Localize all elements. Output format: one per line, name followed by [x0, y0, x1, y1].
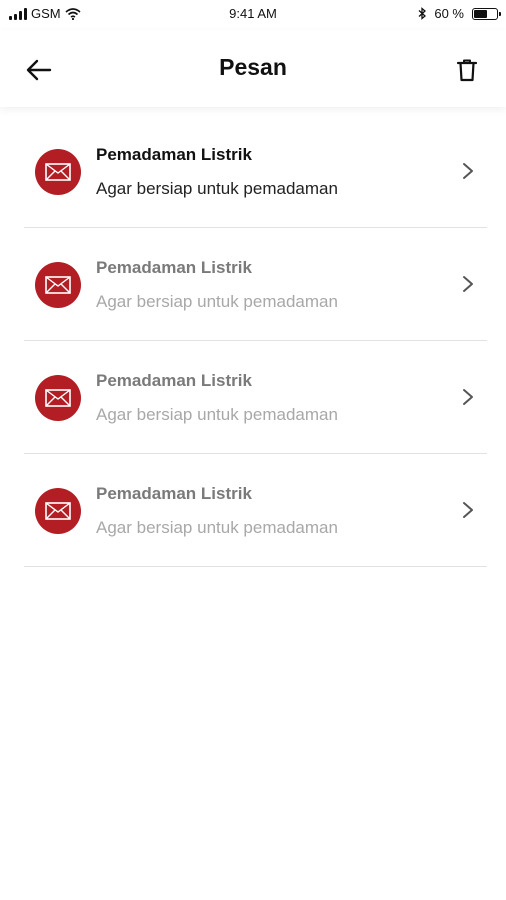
chevron-right-icon [463, 502, 473, 518]
mail-avatar [35, 488, 81, 534]
message-body: Agar bersiap untuk pemadaman [96, 405, 338, 424]
message-title: Pemadaman Listrik [96, 484, 252, 503]
envelope-icon [45, 502, 71, 520]
status-right: 60 % [418, 6, 501, 21]
app-header: Pesan [0, 30, 506, 107]
chevron-right-icon [463, 163, 473, 179]
mail-avatar [35, 375, 81, 421]
delete-button[interactable] [450, 53, 484, 87]
message-item[interactable]: Pemadaman Listrik Agar bersiap untuk pem… [24, 341, 487, 454]
message-item[interactable]: Pemadaman Listrik Agar bersiap untuk pem… [24, 454, 487, 567]
battery-percent: 60 % [434, 6, 464, 21]
message-title: Pemadaman Listrik [96, 145, 252, 164]
status-bar: GSM 9:41 AM 60 % [0, 0, 506, 30]
page-title: Pesan [219, 54, 287, 80]
message-body: Agar bersiap untuk pemadaman [96, 292, 338, 311]
mail-avatar [35, 149, 81, 195]
chevron-right-icon [463, 276, 473, 292]
message-body: Agar bersiap untuk pemadaman [96, 518, 338, 537]
bluetooth-icon [418, 7, 427, 20]
message-item[interactable]: Pemadaman Listrik Agar bersiap untuk pem… [24, 115, 487, 228]
chevron-right-icon [463, 389, 473, 405]
battery-icon [472, 7, 501, 20]
battery-fill [474, 9, 488, 18]
message-title: Pemadaman Listrik [96, 258, 252, 277]
envelope-icon [45, 163, 71, 181]
message-body: Agar bersiap untuk pemadaman [96, 179, 338, 198]
message-item[interactable]: Pemadaman Listrik Agar bersiap untuk pem… [24, 228, 487, 341]
envelope-icon [45, 276, 71, 294]
envelope-icon [45, 389, 71, 407]
trash-icon [456, 59, 478, 82]
mail-avatar [35, 262, 81, 308]
message-list: Pemadaman Listrik Agar bersiap untuk pem… [24, 115, 487, 567]
message-title: Pemadaman Listrik [96, 371, 252, 390]
